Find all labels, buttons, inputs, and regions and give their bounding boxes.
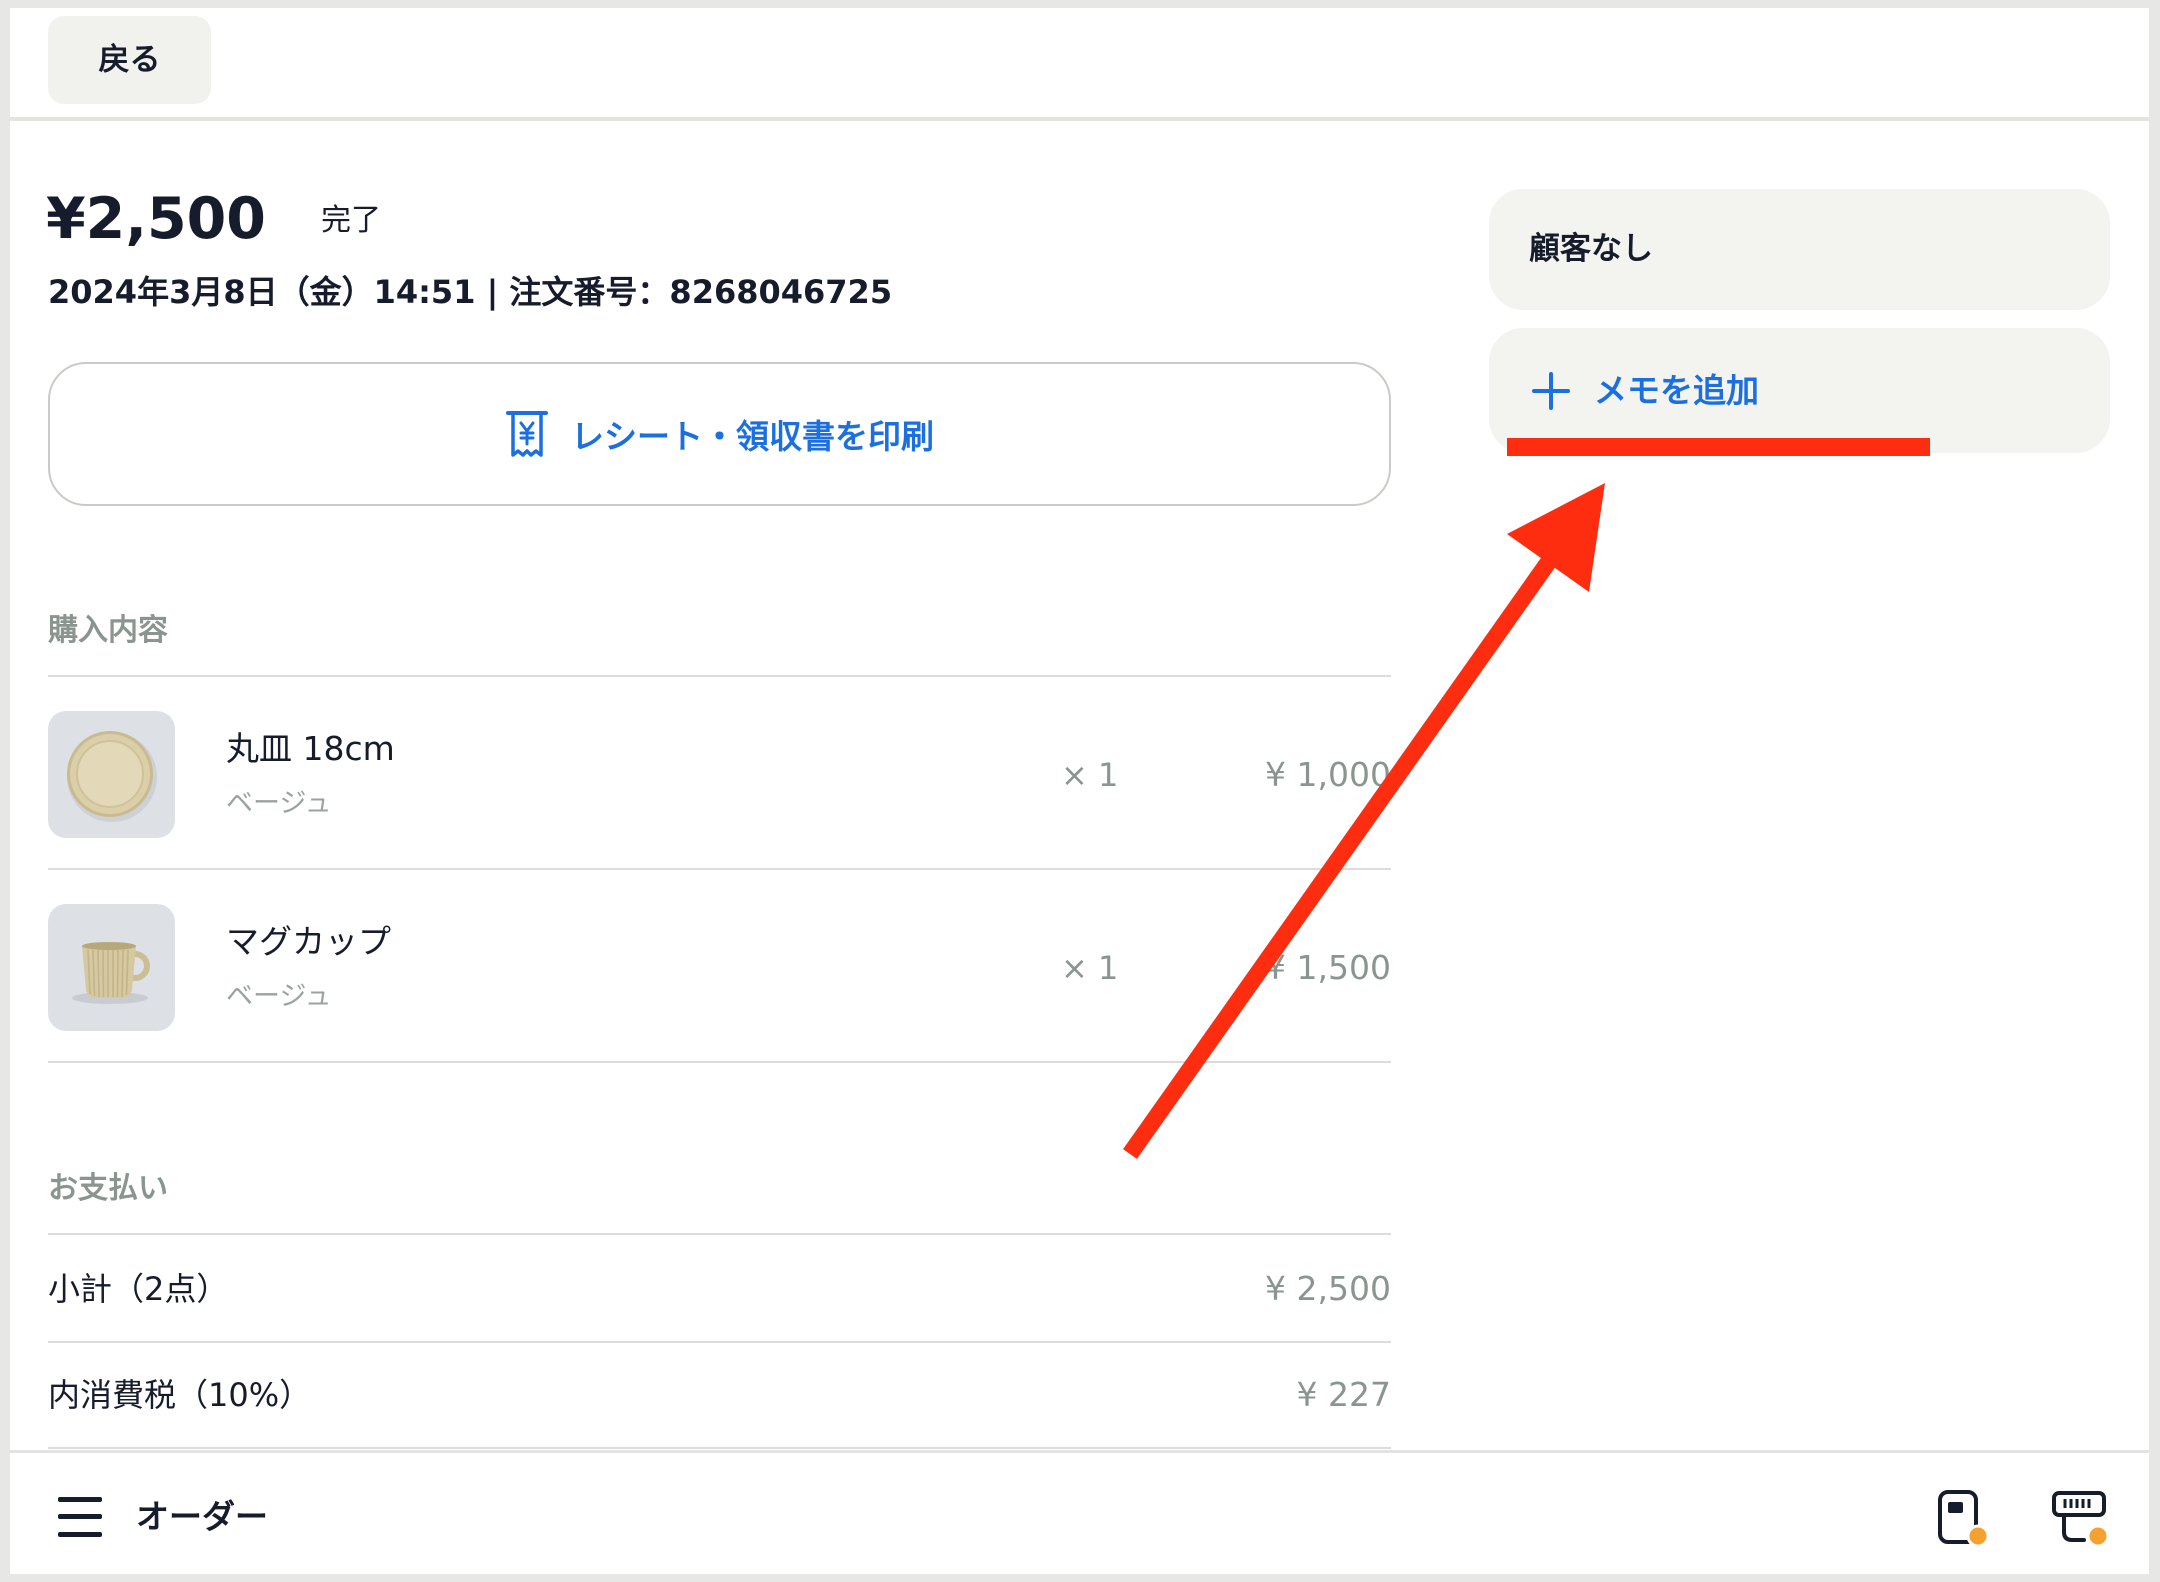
back-button[interactable]: 戻る: [48, 16, 211, 104]
hamburger-menu-icon[interactable]: [58, 1497, 102, 1537]
divider: [48, 1447, 1391, 1449]
annotation-underline: [1507, 438, 1930, 456]
customer-card[interactable]: 顧客なし: [1489, 189, 2110, 310]
purchase-item[interactable]: 丸皿 18cm ベージュ × 1 ¥ 1,000: [48, 677, 1391, 868]
order-status: 完了: [321, 203, 381, 238]
bottom-nav-title: オーダー: [136, 1497, 268, 1536]
order-meta: 2024年3月8日（金）14:51 | 注文番号：8268046725: [48, 273, 893, 311]
purchase-item[interactable]: マグカップ ベージュ × 1 ¥ 1,500: [48, 870, 1391, 1061]
header-divider: [10, 117, 2149, 121]
customer-label: 顧客なし: [1529, 231, 1653, 267]
item-name: マグカップ: [226, 922, 391, 961]
add-memo-button[interactable]: メモを追加: [1489, 328, 2110, 453]
print-receipt-button[interactable]: レシート・領収書を印刷: [48, 362, 1391, 506]
payment-heading: お支払い: [48, 1171, 168, 1206]
item-quantity: × 1: [1061, 756, 1119, 794]
print-receipt-label: レシート・領収書を印刷: [571, 417, 934, 456]
subtotal-label: 小計（2点）: [48, 1270, 229, 1308]
subtotal-value: ¥ 2,500: [1265, 1269, 1391, 1308]
plus-icon: [1532, 372, 1570, 410]
item-variant: ベージュ: [226, 788, 332, 819]
item-variant: ベージュ: [226, 981, 332, 1012]
order-total: ¥2,500: [46, 186, 266, 252]
receipt-yen-icon: [506, 411, 548, 457]
item-price: ¥ 1,000: [1265, 755, 1391, 794]
item-name: 丸皿 18cm: [226, 729, 395, 768]
divider: [48, 1233, 1391, 1235]
divider: [48, 1061, 1391, 1063]
bottom-nav-bar: [10, 1450, 2149, 1574]
receipt-printer-icon[interactable]: [2048, 1488, 2114, 1548]
purchase-heading: 購入内容: [48, 613, 168, 648]
mug-thumbnail: [48, 904, 175, 1031]
plate-thumbnail: [48, 711, 175, 838]
item-price: ¥ 1,500: [1265, 948, 1391, 987]
add-memo-label: メモを追加: [1594, 371, 1759, 410]
divider: [48, 1341, 1391, 1343]
tax-label: 内消費税（10%）: [48, 1376, 312, 1414]
tax-value: ¥ 227: [1296, 1375, 1391, 1414]
card-reader-icon[interactable]: [1934, 1488, 1992, 1548]
item-quantity: × 1: [1061, 949, 1119, 987]
